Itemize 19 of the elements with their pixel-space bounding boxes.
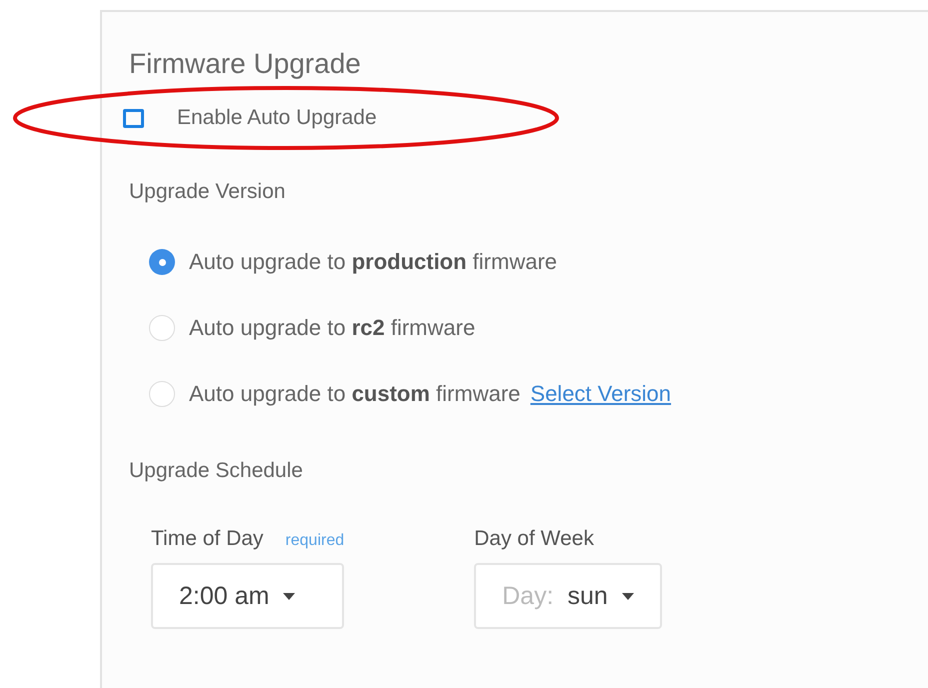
field-label: Time of Day <box>151 527 264 551</box>
caret-icon <box>283 592 296 600</box>
radio-button[interactable] <box>149 249 175 275</box>
section-heading: Upgrade Version <box>129 180 286 204</box>
required-hint: required <box>285 532 344 550</box>
radio-label: Auto upgrade to production firmware <box>189 249 558 275</box>
checkbox[interactable] <box>123 108 144 128</box>
panel-title: Firmware Upgrade <box>129 48 362 81</box>
dropdown[interactable]: Day: sun <box>474 563 662 629</box>
field-label: Day of Week <box>474 527 594 551</box>
radio-button[interactable] <box>149 315 175 341</box>
radio-button[interactable] <box>149 381 175 407</box>
radio-label: Auto upgrade to custom firmware <box>189 381 520 407</box>
select-version-link[interactable]: Select Version <box>530 381 672 407</box>
dropdown[interactable]: 2:00 am <box>151 563 344 629</box>
section-heading: Upgrade Schedule <box>129 459 303 483</box>
checkbox-label: Enable Auto Upgrade <box>177 106 377 130</box>
radio-label: Auto upgrade to rc2 firmware <box>189 315 476 341</box>
caret-icon <box>622 592 634 600</box>
